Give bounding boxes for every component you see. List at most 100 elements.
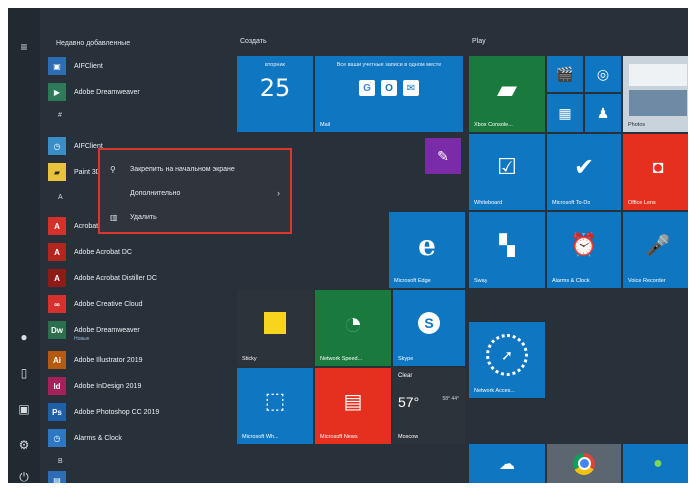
skype-tile[interactable]: S Skype bbox=[393, 290, 465, 366]
app-icon: ✎ bbox=[437, 147, 449, 164]
context-menu: ⚲ Закрепить на начальном экране Дополнит… bbox=[98, 148, 292, 234]
letter-header[interactable]: # bbox=[58, 112, 62, 119]
alarms-tile[interactable]: ⏰ Alarms & Clock bbox=[547, 212, 621, 288]
menu-icon[interactable]: ≡ bbox=[15, 38, 33, 56]
app-icon: ▶ bbox=[48, 83, 66, 101]
app-list-item[interactable]: A Adobe Acrobat Distiller DC bbox=[48, 268, 228, 288]
start-rail: ≡ ● ▯ ▣ ⚙ ⏻ bbox=[8, 8, 40, 483]
google-icon: G bbox=[359, 80, 375, 96]
speedometer-icon: ◔ bbox=[343, 304, 363, 341]
bottom-tile-3[interactable]: ● bbox=[623, 444, 688, 483]
checkmark-icon: ✔ bbox=[573, 153, 595, 181]
app-list-item[interactable]: ∞ Adobe Creative Cloud bbox=[48, 294, 228, 314]
app-icon: Ps bbox=[48, 403, 66, 421]
xbox-console-tile[interactable]: ▰ Xbox Console... bbox=[469, 56, 545, 132]
whiteboard-icon: ⬚ bbox=[264, 388, 286, 413]
weather-tile[interactable]: Clear 57° 58° 44° Moscow bbox=[393, 368, 465, 444]
people-tile[interactable]: ♟ bbox=[585, 94, 621, 132]
mail-tile[interactable]: Все ваши учетные записи в одном месте G … bbox=[315, 56, 463, 132]
app-icon: A bbox=[48, 269, 66, 287]
app-list-item[interactable]: Ai Adobe Illustrator 2019 bbox=[48, 350, 228, 370]
group-header-play[interactable]: Play bbox=[472, 38, 486, 45]
settings-icon[interactable]: ⚙ bbox=[15, 436, 33, 454]
menu-item-pin[interactable]: ⚲ Закрепить на начальном экране bbox=[110, 162, 280, 176]
menu-item-uninstall[interactable]: ▥ Удалить bbox=[110, 210, 280, 224]
app-icon: Id bbox=[48, 377, 66, 395]
movies-tile[interactable]: 🎬 bbox=[547, 56, 583, 92]
pin-icon: ⚲ bbox=[110, 164, 116, 174]
calculator-tile[interactable]: ▦ bbox=[547, 94, 583, 132]
app-icon: ▣ bbox=[48, 57, 66, 75]
letter-header[interactable]: B bbox=[58, 458, 63, 465]
app-icon: A bbox=[48, 217, 66, 235]
trash-icon: ▥ bbox=[110, 212, 118, 222]
todo-tile[interactable]: ✔ Microsoft To-Do bbox=[547, 134, 621, 210]
movie-icon: 🎬 bbox=[556, 65, 574, 82]
app-list-item[interactable]: ◷ Alarms & Clock bbox=[48, 428, 228, 448]
app-list-item[interactable]: Ps Adobe Photoshop CC 2019 bbox=[48, 402, 228, 422]
outlook-icon: O bbox=[381, 80, 397, 96]
mail-envelope-icon: ✉ bbox=[403, 80, 419, 96]
edge-icon: e bbox=[418, 228, 436, 262]
app-icon: Dw bbox=[48, 321, 66, 339]
app-list-item[interactable]: Dw Adobe Dreamweaver Новые bbox=[48, 320, 228, 342]
chevron-right-icon: › bbox=[277, 188, 280, 198]
whiteboard-tile[interactable]: ⬚ Microsoft Wh... bbox=[237, 368, 313, 444]
people-icon: ♟ bbox=[596, 104, 610, 121]
app-icon: ▤ bbox=[48, 471, 66, 483]
gauge-icon: ➚ bbox=[486, 334, 528, 376]
app-icon: ▰ bbox=[48, 163, 66, 181]
speedtest-tile[interactable]: ◔ Network Speed... bbox=[315, 290, 391, 366]
user-icon[interactable]: ● bbox=[15, 328, 33, 346]
app-list-item[interactable]: ▤ bbox=[48, 470, 228, 483]
recent-header: Недавно добавленные bbox=[56, 40, 131, 47]
groove-icon: ◎ bbox=[596, 65, 610, 82]
app-icon: ∞ bbox=[48, 295, 66, 313]
picture-icon[interactable]: ▣ bbox=[15, 400, 33, 418]
sticky-notes-tile[interactable]: Sticky bbox=[237, 290, 313, 366]
skype-icon: S bbox=[418, 312, 440, 334]
office-lens-tile[interactable]: ◘ Office Lens bbox=[623, 134, 688, 210]
voice-recorder-tile[interactable]: 🎤 Voice Recorder bbox=[623, 212, 688, 288]
alarm-icon: ◷ bbox=[48, 429, 66, 447]
office-lens-icon: ◘ bbox=[652, 156, 664, 177]
groove-tile[interactable]: ◎ bbox=[585, 56, 621, 92]
edge-tile[interactable]: e Microsoft Edge bbox=[389, 212, 465, 288]
whiteboard-app-tile[interactable]: ☑ Whiteboard bbox=[469, 134, 545, 210]
app-icon: A bbox=[48, 243, 66, 261]
sway-icon: ▚ bbox=[499, 234, 515, 257]
start-menu: ≡ ● ▯ ▣ ⚙ ⏻ Недавно добавленные ▣ AIFCli… bbox=[8, 8, 688, 483]
purple-app-tile[interactable]: ✎ bbox=[425, 138, 461, 174]
chrome-icon bbox=[573, 452, 595, 475]
group-header-create[interactable]: Создать bbox=[240, 38, 267, 45]
calendar-tile[interactable]: вторник 25 bbox=[237, 56, 313, 132]
sway-tile[interactable]: ▚ Sway bbox=[469, 212, 545, 288]
app-icon: ● bbox=[653, 454, 663, 472]
news-icon: ▤ bbox=[343, 390, 363, 413]
alarm-clock-icon: ⏰ bbox=[570, 232, 598, 257]
app-list-item[interactable]: A Adobe Acrobat DC bbox=[48, 242, 228, 262]
microphone-icon: 🎤 bbox=[645, 234, 671, 257]
app-icon: ◷ bbox=[48, 137, 66, 155]
app-list: Недавно добавленные ▣ AIFClient ▶ Adobe … bbox=[40, 8, 236, 483]
photo-thumbnail bbox=[629, 90, 687, 116]
app-list-item[interactable]: ▣ AIFClient bbox=[48, 56, 228, 76]
app-list-item[interactable]: Id Adobe InDesign 2019 bbox=[48, 376, 228, 396]
menu-item-more[interactable]: Дополнительно › bbox=[110, 186, 280, 200]
letter-header[interactable]: A bbox=[58, 194, 63, 201]
news-tile[interactable]: ▤ Microsoft News bbox=[315, 368, 391, 444]
network-speed-tile[interactable]: ➚ Network Acces... bbox=[469, 322, 545, 398]
calculator-icon: ▦ bbox=[558, 104, 572, 121]
photo-thumbnail bbox=[629, 64, 687, 86]
power-icon[interactable]: ⏻ bbox=[15, 468, 33, 483]
checkbox-icon: ☑ bbox=[497, 154, 517, 179]
app-list-item[interactable]: ▶ Adobe Dreamweaver bbox=[48, 82, 228, 102]
photos-tile[interactable]: Photos bbox=[623, 56, 688, 132]
document-icon[interactable]: ▯ bbox=[15, 364, 33, 382]
app-icon: Ai bbox=[48, 351, 66, 369]
app-icon: ☁ bbox=[499, 455, 515, 473]
sticky-note-icon bbox=[264, 312, 286, 334]
chrome-tile[interactable] bbox=[547, 444, 621, 483]
bottom-tile-1[interactable]: ☁ bbox=[469, 444, 545, 483]
xbox-console-icon: ▰ bbox=[497, 73, 517, 104]
